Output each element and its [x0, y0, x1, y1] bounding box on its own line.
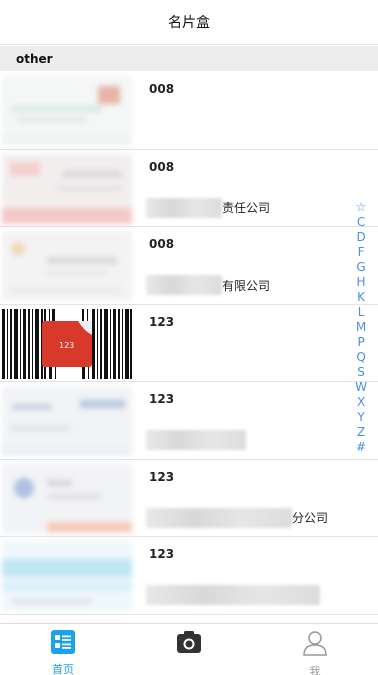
list-item[interactable]: 123 — [0, 537, 378, 615]
list-item[interactable]: 123 分公司 — [0, 460, 378, 537]
index-letter[interactable]: M — [356, 320, 366, 335]
section-header-other: other — [0, 46, 378, 71]
index-letter[interactable]: X — [357, 395, 365, 410]
camera-icon — [176, 630, 202, 658]
redacted-text — [146, 430, 246, 450]
card-company — [146, 430, 246, 450]
tab-me[interactable]: 我 — [252, 624, 378, 675]
index-letter[interactable]: G — [356, 260, 365, 275]
index-letter[interactable]: Q — [356, 350, 365, 365]
user-icon — [302, 630, 328, 660]
list-item[interactable]: 123 123 — [0, 305, 378, 382]
index-letter[interactable]: # — [356, 440, 366, 455]
index-letter[interactable]: C — [357, 215, 365, 230]
index-letter[interactable]: H — [357, 275, 366, 290]
index-letter[interactable]: P — [357, 335, 364, 350]
bottom-tab-bar: 首页 我 — [0, 623, 378, 675]
redacted-text — [146, 507, 292, 528]
tab-home-label: 首页 — [52, 663, 74, 675]
redacted-text — [146, 275, 222, 295]
index-letter[interactable]: L — [358, 305, 365, 320]
card-thumbnail — [2, 153, 132, 224]
card-name: 008 — [149, 159, 175, 174]
card-thumbnail — [2, 541, 132, 611]
card-name: 008 — [149, 237, 175, 251]
card-name: 123 — [149, 392, 175, 406]
company-suffix: 有限公司 — [222, 278, 271, 293]
index-letter[interactable]: Z — [357, 425, 365, 440]
index-letter[interactable]: S — [357, 365, 365, 380]
list-item[interactable]: 123 — [0, 382, 378, 460]
card-company: 分公司 — [146, 507, 329, 528]
index-letter[interactable]: Y — [357, 410, 364, 425]
section-label: other — [16, 51, 53, 66]
index-letter[interactable]: ☆ — [356, 200, 367, 215]
redacted-text — [146, 585, 320, 605]
card-company: 有限公司 — [146, 275, 270, 295]
barcode-label: 123 — [59, 340, 75, 350]
card-thumbnail — [2, 76, 132, 146]
tab-me-label: 我 — [309, 665, 321, 675]
index-letter[interactable]: K — [357, 290, 365, 305]
redacted-text — [146, 197, 222, 218]
list-item[interactable]: 008 — [0, 72, 378, 150]
page-title: 名片盒 — [168, 15, 210, 31]
index-letter[interactable]: W — [355, 380, 367, 395]
alphabet-index[interactable]: ☆ C D F G H K L M P Q S W X Y Z # — [355, 200, 367, 455]
card-list-icon — [51, 630, 75, 658]
list-item[interactable]: 008 责任公司 — [0, 150, 378, 227]
card-thumbnail — [2, 386, 132, 456]
index-letter[interactable]: F — [358, 245, 365, 260]
card-thumbnail — [2, 463, 132, 534]
tab-camera[interactable] — [126, 624, 252, 675]
company-suffix: 责任公司 — [222, 201, 271, 215]
list-item[interactable]: 008 有限公司 — [0, 227, 378, 305]
card-thumbnail — [2, 231, 132, 301]
card-name: 123 — [149, 547, 175, 561]
card-company: 责任公司 — [146, 197, 271, 218]
card-company — [146, 585, 320, 605]
tab-home[interactable]: 首页 — [0, 624, 126, 675]
card-list[interactable]: 008 008 责任公司 008 有限公司 123 123 123 123 分公… — [0, 72, 378, 623]
card-name: 008 — [149, 82, 175, 96]
card-name: 123 — [149, 469, 175, 484]
index-letter[interactable]: D — [356, 230, 365, 245]
barcode-thumbnail: 123 — [2, 308, 132, 379]
app-header: 名片盒 — [0, 0, 378, 45]
company-suffix: 分公司 — [292, 511, 329, 525]
card-name: 123 — [149, 314, 175, 329]
